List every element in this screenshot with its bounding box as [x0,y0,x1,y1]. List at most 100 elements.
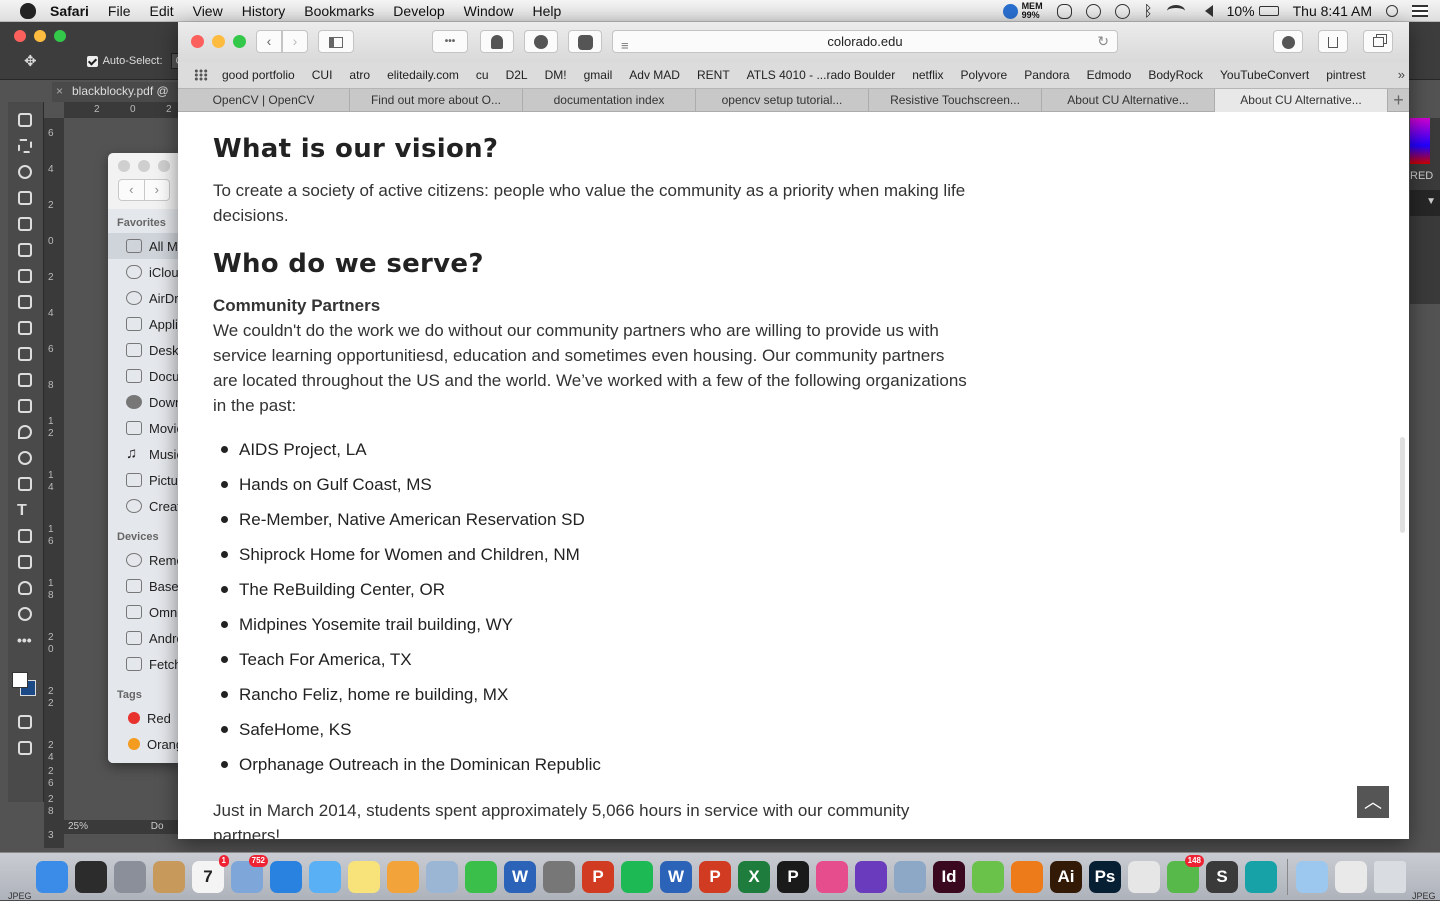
photos-app-icon[interactable] [387,860,419,893]
tabs-overview-button[interactable] [1363,30,1393,53]
bookmark-link[interactable]: pintrest [1326,68,1365,82]
tab-find-out-more[interactable]: Find out more about O... [350,89,523,112]
close-tab-icon[interactable]: × [56,84,63,98]
menu-app-name[interactable]: Safari [50,3,89,19]
sidebar-item-fetch[interactable]: Fetch [108,651,182,677]
menu-file[interactable]: File [108,3,131,19]
downloads-stack-icon[interactable] [1296,860,1328,893]
back-to-top-button[interactable]: ︿ [1357,786,1389,818]
auto-select-checkbox[interactable] [86,55,98,67]
bookmark-link[interactable]: good portfolio [222,68,295,82]
chrome-app-icon[interactable] [1128,860,1160,893]
lasso-tool-icon[interactable] [17,164,35,180]
grammarly-button[interactable] [524,30,558,53]
zoom-icon[interactable] [54,30,66,42]
calendar-app-icon[interactable]: 71 [192,854,229,893]
bookmark-link[interactable]: DM! [545,68,567,82]
arduino-app-icon[interactable] [1245,860,1277,893]
menu-edit[interactable]: Edit [149,3,173,19]
sidebar-item-base[interactable]: Base [108,573,182,599]
clock[interactable]: Thu 8:41 AM [1293,3,1372,19]
imovie-app-icon[interactable] [855,860,887,893]
pandora-app-icon[interactable]: P [777,860,809,893]
sidebar-item-airdrop[interactable]: AirDrop [108,285,182,311]
accessibility-icon[interactable] [1085,3,1101,19]
crop-tool-icon[interactable] [17,216,35,232]
menu-window[interactable]: Window [464,3,514,19]
sidebar-tag-orange[interactable]: Orange [108,731,182,757]
volume-icon[interactable] [1199,5,1213,17]
evernote-app-icon[interactable]: 148 [1167,854,1204,893]
bookmark-link[interactable]: atro [349,68,370,82]
reload-icon[interactable]: ↻ [1097,31,1109,52]
sidebar-item-applications[interactable]: Applications [108,311,182,337]
reader-list-icon[interactable]: ≡ [621,35,629,56]
healing-brush-tool-icon[interactable] [17,268,35,284]
adblock-button[interactable] [568,30,602,53]
sidebar-item-desktop[interactable]: Desktop [108,337,182,363]
pen-tool-icon[interactable] [17,476,35,492]
screen-mode-icon[interactable] [17,740,35,756]
sidebar-item-movies[interactable]: Movies [108,415,182,441]
sidebar-item-creative-cloud[interactable]: Creative [108,493,182,519]
launchpad-app-icon[interactable] [114,860,146,893]
extension-menu-button[interactable]: ••• [432,30,468,53]
notification-center-icon[interactable] [1412,5,1428,17]
sidebar-item-all-my-files[interactable]: All My [108,233,182,259]
close-icon[interactable] [14,30,26,42]
wifi-icon[interactable] [1166,5,1185,17]
bookmark-link[interactable]: gmail [584,68,613,82]
minimize-icon[interactable] [212,35,225,48]
sidebar-item-android[interactable]: Android [108,625,182,651]
memory-status[interactable]: MEM 99% [1002,2,1043,20]
preview-app-icon[interactable]: 752 [231,854,268,893]
indesign-app-icon[interactable]: Id [933,860,965,893]
minimize-icon[interactable] [34,30,46,42]
path-select-tool-icon[interactable] [17,528,35,544]
word-app-icon[interactable]: W [504,860,536,893]
excel-app-icon[interactable]: X [738,860,770,893]
more-tools-icon[interactable]: ••• [17,632,35,648]
address-bar[interactable]: ≡ colorado.edu ↻ [612,30,1118,53]
sidebar-item-pictures[interactable]: Pictures [108,467,182,493]
sidebar-item-documents[interactable]: Documents [108,363,182,389]
sidebar-item-remote-disc[interactable]: Remote [108,547,182,573]
bookmark-link[interactable]: cu [476,68,489,82]
downloads-button[interactable] [1273,30,1303,53]
quick-mask-icon[interactable] [17,714,35,730]
time-machine-icon[interactable] [1114,3,1130,19]
color-spectrum[interactable] [1410,118,1430,164]
word-2-app-icon[interactable]: W [660,860,692,893]
panel-dropdown-icon[interactable]: ▼ [1410,190,1440,216]
sidebar-tag-red[interactable]: Red [108,705,182,731]
quick-select-tool-icon[interactable] [17,190,35,206]
bookmark-link[interactable]: YouTubeConvert [1220,68,1309,82]
tab-about-cu-alternative-active[interactable]: About CU Alternative... [1215,89,1388,112]
bookmark-link[interactable]: D2L [506,68,528,82]
tab-opencv-setup[interactable]: opencv setup tutorial... [696,89,869,112]
shape-tool-icon[interactable] [17,554,35,570]
marquee-tool-icon[interactable] [17,138,35,154]
zoom-level[interactable]: 25% [68,821,88,832]
paint-bucket-tool-icon[interactable] [17,398,35,414]
bookmark-link[interactable]: ATLS 4010 - ...rado Boulder [747,68,896,82]
contacts-app-icon[interactable] [153,860,185,893]
bookmark-link[interactable]: netflix [912,68,943,82]
brush-tool-icon[interactable] [17,294,35,310]
bookmark-link[interactable]: elitedaily.com [387,68,459,82]
zoom-icon[interactable] [233,35,246,48]
powerpoint-app-icon[interactable]: P [582,860,614,893]
forward-icon[interactable]: › [143,180,170,200]
move-tool-icon[interactable]: ✥ [24,52,37,70]
menu-history[interactable]: History [242,3,286,19]
vlc-app-icon[interactable] [1011,860,1043,893]
spotlight-search-icon[interactable] [1386,5,1398,17]
dodge-tool-icon[interactable] [17,450,35,466]
menu-view[interactable]: View [193,3,223,19]
dashboard-app-icon[interactable] [75,860,107,893]
hand-tool-icon[interactable] [17,580,35,596]
forward-button[interactable]: › [282,30,308,53]
blur-tool-icon[interactable] [17,424,35,440]
document-tab[interactable]: × blackblocky.pdf @ [52,82,180,102]
app-store-app-icon[interactable] [894,860,926,893]
